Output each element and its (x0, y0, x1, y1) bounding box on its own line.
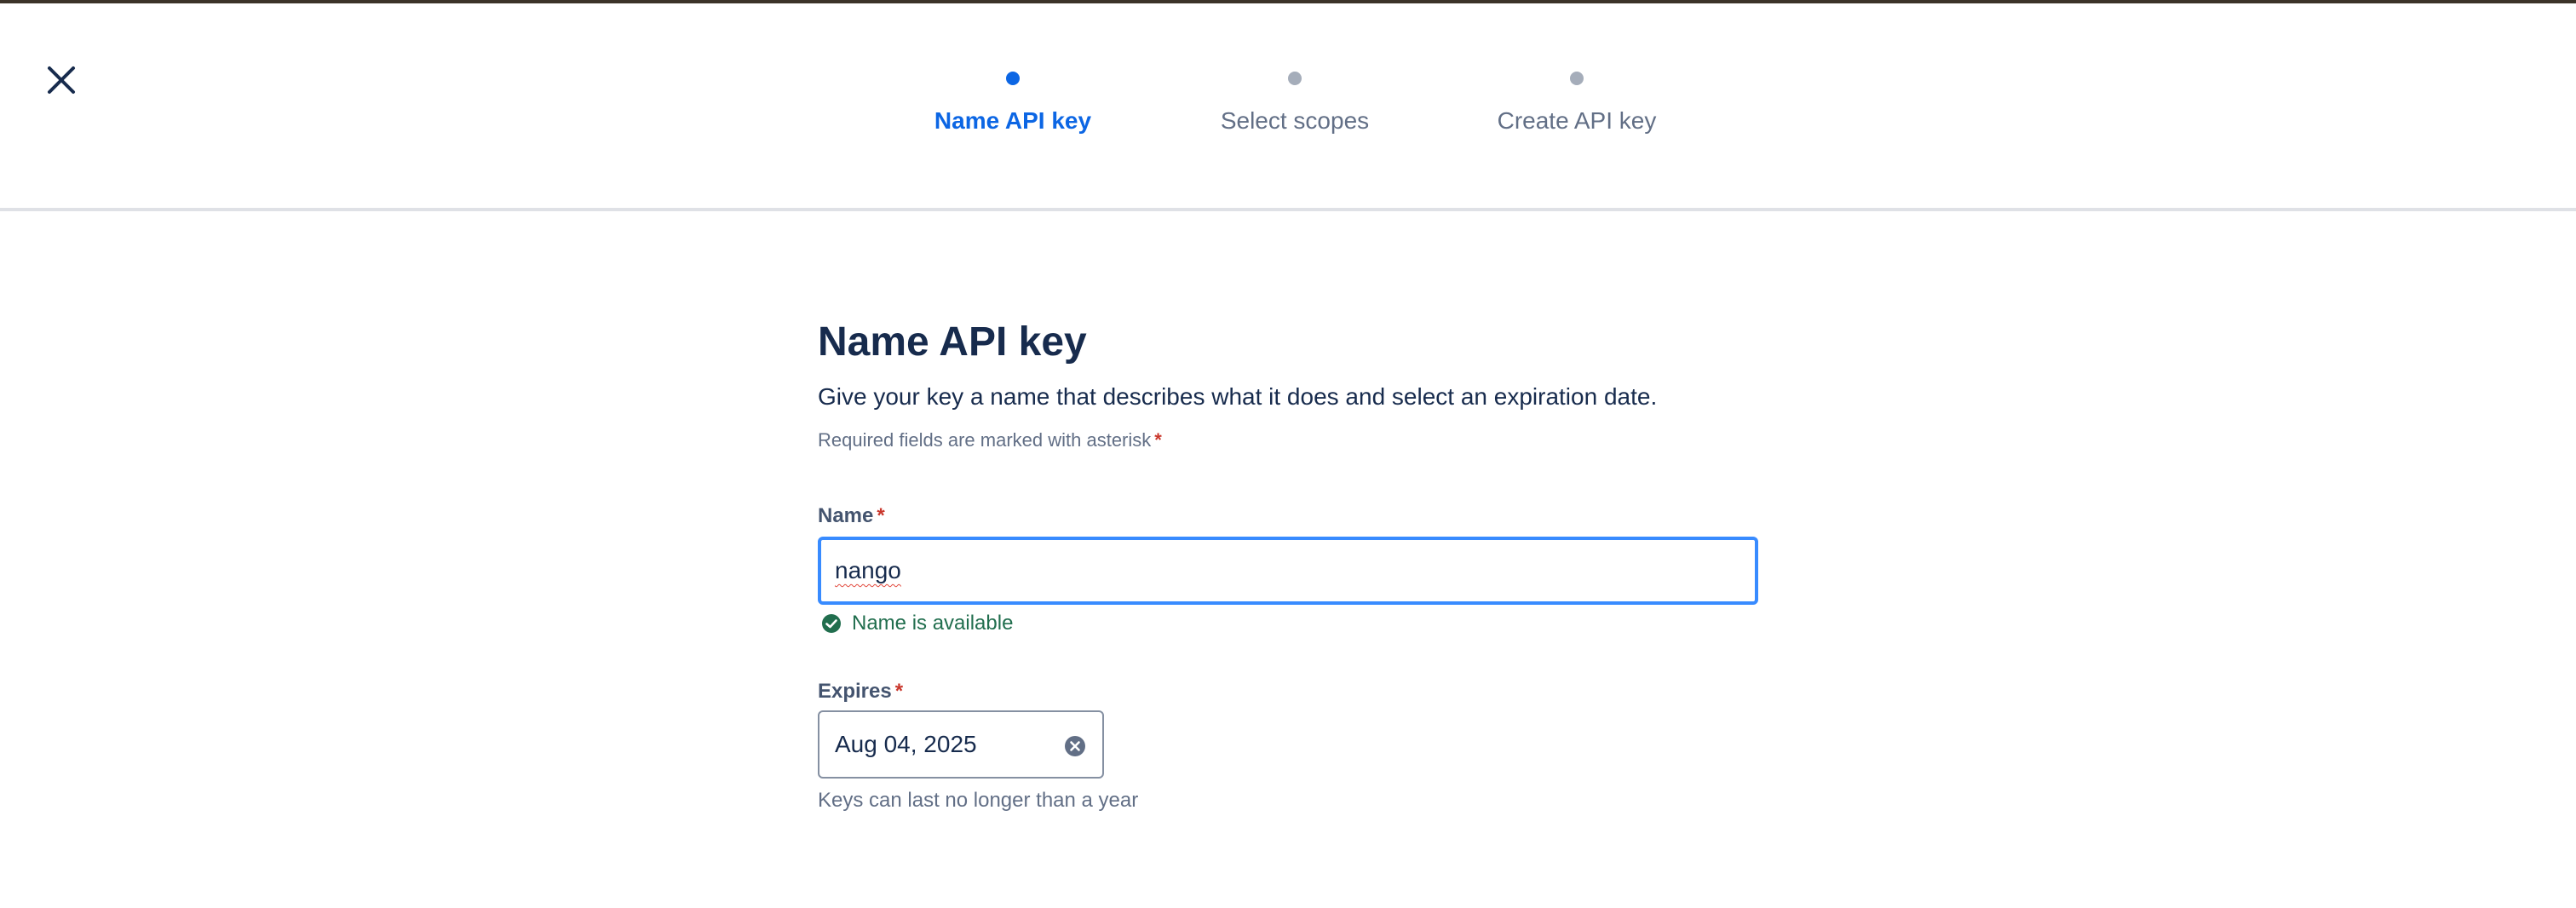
name-field-label: Name * (818, 503, 885, 530)
required-asterisk: * (894, 680, 904, 703)
step-create-api-key: Create API key (1440, 72, 1713, 136)
step-indicator-dot (1570, 72, 1584, 85)
required-asterisk: * (877, 504, 885, 527)
name-input[interactable]: nango (818, 537, 1758, 605)
step-label: Create API key (1497, 107, 1657, 134)
step-name-api-key: Name API key (877, 72, 1149, 136)
name-input-value: nango (835, 557, 901, 583)
wizard-header: Name API key Select scopes Create API ke… (0, 3, 2576, 210)
availability-text: Name is available (852, 612, 1014, 635)
expires-helper-text: Keys can last no longer than a year (818, 789, 1139, 812)
step-label: Name API key (934, 107, 1092, 134)
required-fields-note: Required fields are marked with asterisk… (818, 428, 1162, 453)
create-api-key-page: Name API key Select scopes Create API ke… (0, 0, 2576, 908)
page-title: Name API key (818, 319, 1087, 365)
step-indicator-dot (1006, 72, 1020, 85)
expires-field-label: Expires * (818, 678, 903, 705)
expires-date-value: Aug 04, 2025 (835, 731, 977, 757)
expires-label-text: Expires (818, 680, 892, 703)
clear-icon (1065, 736, 1085, 756)
header-divider (0, 208, 2576, 211)
close-button[interactable] (37, 56, 85, 104)
close-icon (48, 66, 75, 94)
required-note-text: Required fields are marked with asterisk (818, 429, 1152, 451)
required-asterisk: * (1154, 429, 1162, 451)
name-availability-message: Name is available (821, 610, 1013, 637)
step-label: Select scopes (1220, 107, 1370, 134)
expires-date-picker[interactable]: Aug 04, 2025 (818, 710, 1104, 779)
check-circle-icon (822, 614, 841, 633)
step-indicator-dot (1288, 72, 1302, 85)
form-description: Give your key a name that describes what… (818, 383, 1658, 410)
name-label-text: Name (818, 504, 874, 527)
clear-date-button[interactable] (1063, 734, 1087, 758)
step-select-scopes: Select scopes (1159, 72, 1431, 136)
